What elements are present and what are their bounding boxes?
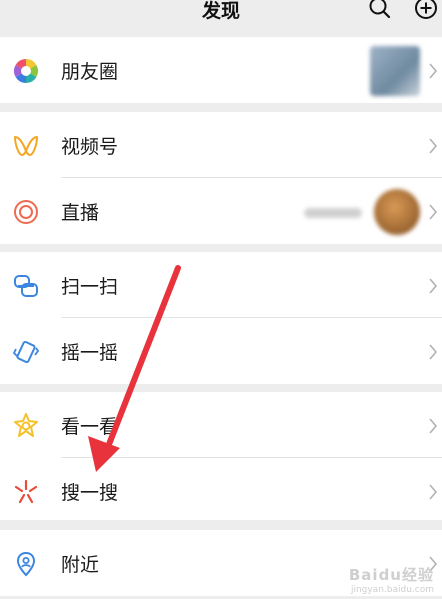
plus-circle-icon[interactable] xyxy=(414,0,438,20)
live-ring-icon xyxy=(14,200,38,224)
group-channels: 视频号 直播 xyxy=(0,112,442,244)
menu-item-top-stories[interactable]: 看一看 xyxy=(0,392,442,458)
chevron-right-icon xyxy=(429,63,438,79)
menu-item-scan[interactable]: 扫一扫 xyxy=(0,252,442,318)
people-nearby-icon xyxy=(16,551,36,577)
shake-phone-icon xyxy=(13,340,39,364)
menu-item-label: 摇一摇 xyxy=(61,342,119,364)
moments-aperture-icon xyxy=(13,58,39,83)
moments-thumbnail xyxy=(370,46,420,96)
menu-item-label: 附近 xyxy=(61,554,100,576)
menu-item-label: 搜一搜 xyxy=(61,482,119,504)
menu-item-label: 朋友圈 xyxy=(61,61,119,83)
chevron-right-icon xyxy=(429,418,438,434)
group-discover: 看一看 搜一搜 xyxy=(0,392,442,520)
chevron-right-icon xyxy=(429,204,438,220)
watermark-main: Baidu经验 xyxy=(348,566,434,584)
top-stories-star-icon xyxy=(14,413,38,437)
menu-item-moments[interactable]: 朋友圈 xyxy=(0,37,442,103)
live-thumbnail xyxy=(374,189,420,235)
menu-item-label: 扫一扫 xyxy=(61,276,119,298)
watermark-url: jingyan.baidu.com xyxy=(350,585,434,595)
menu-item-channels[interactable]: 视频号 xyxy=(0,112,442,178)
search-icon[interactable] xyxy=(368,0,392,20)
menu-item-label: 看一看 xyxy=(61,416,119,438)
scan-icon xyxy=(14,275,38,297)
live-status-blur xyxy=(304,208,362,218)
channels-butterfly-icon xyxy=(14,136,38,156)
chevron-right-icon xyxy=(429,278,438,294)
chevron-right-icon xyxy=(429,344,438,360)
menu-item-live[interactable]: 直播 xyxy=(0,178,442,244)
search-sparkle-icon xyxy=(14,479,38,504)
baidu-watermark: Baidu经验 jingyan.baidu.com xyxy=(349,564,434,595)
chevron-right-icon xyxy=(429,484,438,500)
menu-item-shake[interactable]: 摇一摇 xyxy=(0,318,442,384)
top-bar: 发现 xyxy=(0,0,442,36)
menu-item-search[interactable]: 搜一搜 xyxy=(0,458,442,524)
group-moments: 朋友圈 xyxy=(0,37,442,103)
menu-item-label: 视频号 xyxy=(61,136,119,158)
group-tools: 扫一扫 摇一摇 xyxy=(0,252,442,384)
menu-item-label: 直播 xyxy=(61,202,100,224)
chevron-right-icon xyxy=(429,138,438,154)
